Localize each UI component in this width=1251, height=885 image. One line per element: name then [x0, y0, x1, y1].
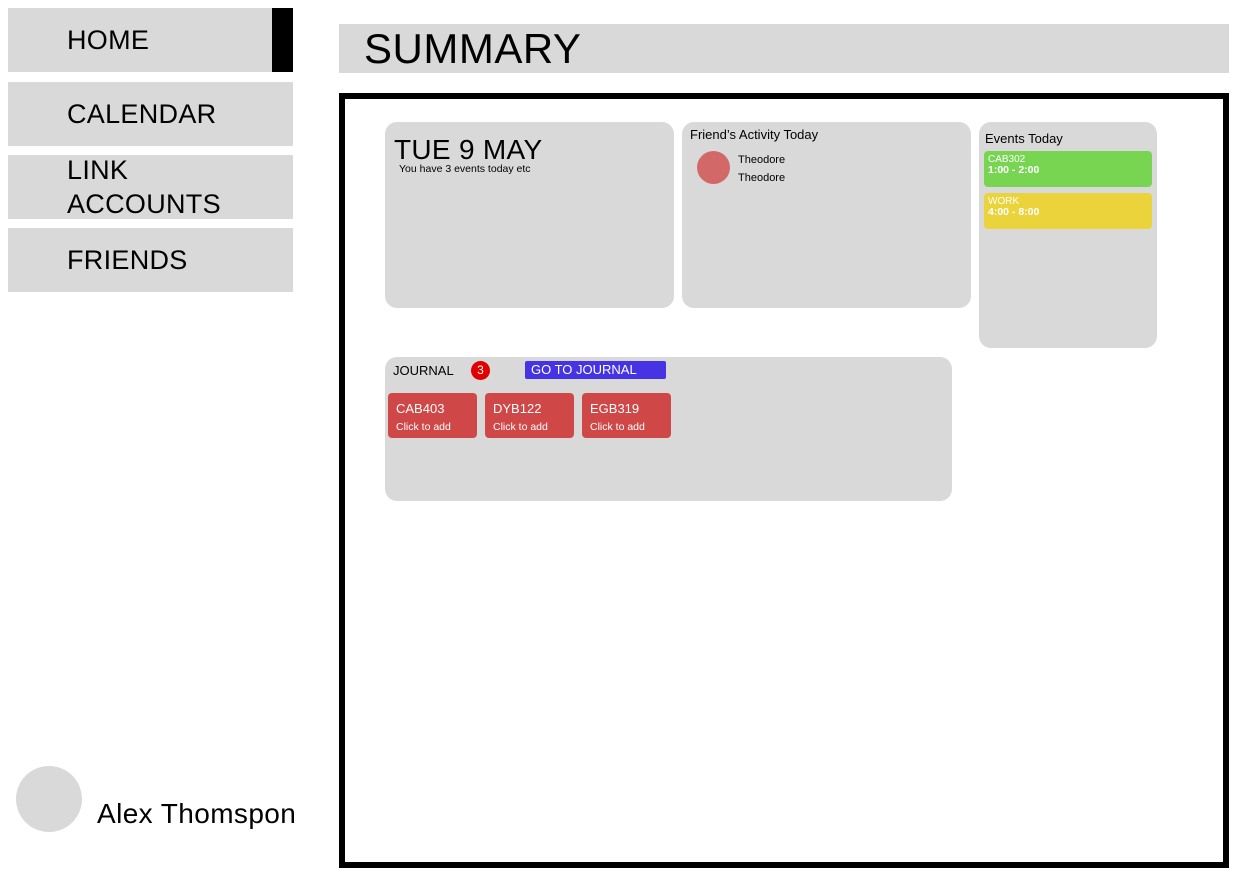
event-time: 4:00 - 8:00 — [988, 206, 1040, 218]
journal-card: JOURNAL 3 GO TO JOURNAL CAB403 Click to … — [385, 357, 952, 501]
journal-entry-hint: Click to add — [493, 421, 548, 433]
sidebar-item-friends[interactable]: FRIENDS — [8, 228, 293, 292]
journal-entry-hint: Click to add — [590, 421, 645, 433]
events-today-card: Events Today CAB302 1:00 - 2:00 WORK 4:0… — [979, 122, 1157, 348]
today-date: TUE 9 MAY — [394, 134, 543, 165]
event-time: 1:00 - 2:00 — [988, 164, 1040, 176]
summary-panel: TUE 9 MAY You have 3 events today etc Fr… — [339, 93, 1229, 868]
friends-activity-title: Friend’s Activity Today — [690, 127, 819, 142]
today-card: TUE 9 MAY You have 3 events today etc — [385, 122, 674, 308]
sidebar-item-calendar[interactable]: CALENDAR — [8, 82, 293, 146]
user-name: Alex Thomspon — [97, 798, 297, 829]
journal-entry-tile[interactable]: DYB122 Click to add — [485, 393, 574, 438]
journal-entry-tile[interactable]: CAB403 Click to add — [388, 393, 477, 438]
page-title: SUMMARY — [339, 24, 1229, 73]
journal-entry-code: DYB122 — [493, 401, 542, 416]
avatar[interactable] — [16, 766, 82, 832]
friend-activity-line: Theodore — [738, 172, 786, 184]
event-item[interactable]: CAB302 1:00 - 2:00 — [984, 151, 1152, 187]
sidebar-item-link-accounts[interactable]: LINK ACCOUNTS — [8, 155, 293, 219]
friends-activity-card: Friend’s Activity Today Theodore Theodor… — [682, 122, 971, 308]
journal-entry-tile[interactable]: EGB319 Click to add — [582, 393, 671, 438]
events-today-title: Events Today — [985, 131, 1063, 146]
go-to-journal-button[interactable]: GO TO JOURNAL — [525, 361, 666, 379]
friend-avatar[interactable] — [697, 151, 730, 184]
friend-activity-line: Theodore — [738, 154, 786, 166]
event-item[interactable]: WORK 4:00 - 8:00 — [984, 193, 1152, 229]
sidebar-item-label: LINK ACCOUNTS — [67, 155, 221, 219]
journal-count-badge: 3 — [471, 361, 490, 380]
today-subtitle: You have 3 events today etc — [399, 163, 531, 175]
sidebar-item-label: CALENDAR — [67, 99, 217, 129]
sidebar-item-label: FRIENDS — [67, 245, 188, 275]
journal-entry-code: CAB403 — [396, 401, 445, 416]
journal-entry-hint: Click to add — [396, 421, 451, 433]
journal-entry-code: EGB319 — [590, 401, 640, 416]
sidebar-item-home[interactable]: HOME — [8, 8, 293, 72]
active-indicator — [272, 8, 293, 72]
sidebar-item-label: HOME — [67, 25, 150, 55]
journal-title: JOURNAL — [393, 363, 454, 378]
